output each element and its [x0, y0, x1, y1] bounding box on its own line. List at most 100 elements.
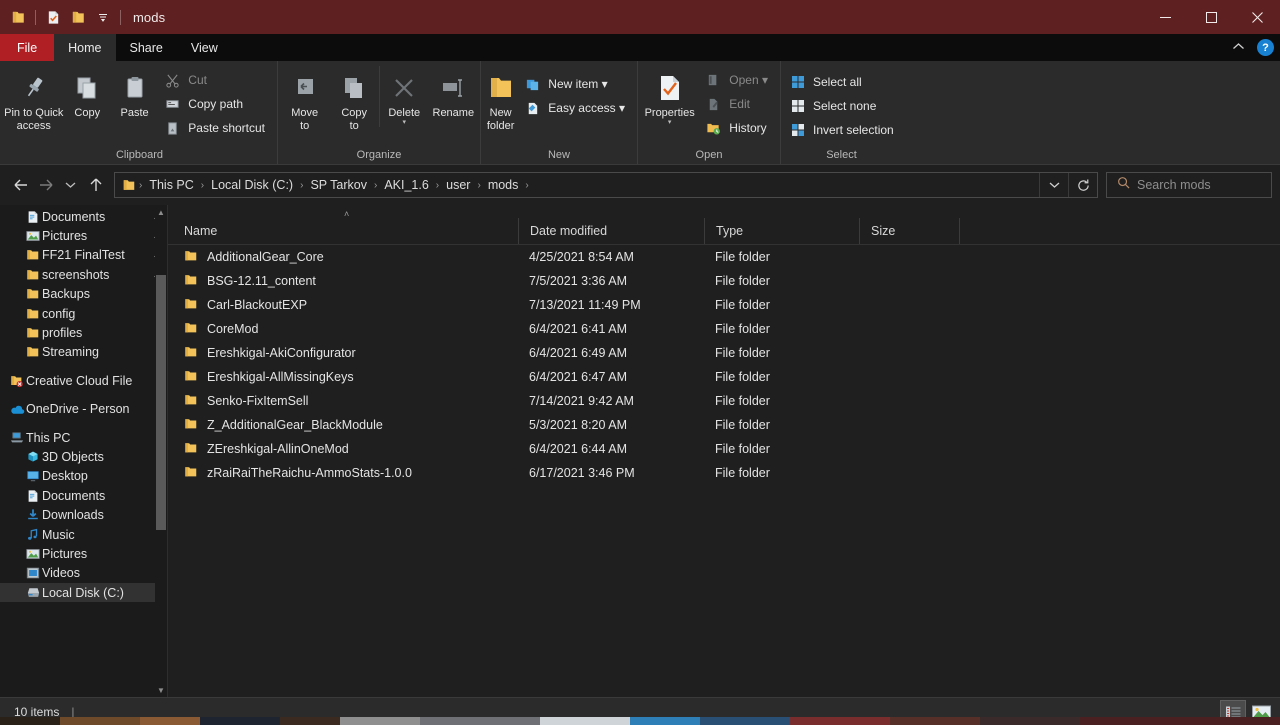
new-folder-icon[interactable] [67, 6, 89, 28]
paste-shortcut-button[interactable]: Paste shortcut [162, 116, 271, 140]
sidebar-item-videos[interactable]: Videos [0, 564, 167, 583]
pin-to-quick-access-button[interactable]: Pin to Quick access [4, 66, 64, 132]
collapse-ribbon-icon[interactable] [1228, 42, 1249, 54]
sidebar-item-screenshots[interactable]: screenshots [0, 265, 167, 284]
sidebar-item-this-pc[interactable]: This PC [0, 428, 167, 447]
paste-button[interactable]: Paste [111, 66, 158, 119]
sidebar-item-pictures[interactable]: Pictures [0, 226, 167, 245]
folder-icon [24, 325, 42, 341]
address-dropdown-button[interactable] [1039, 173, 1068, 197]
breadcrumb-item-aki-1-6[interactable]: AKI_1.6 [378, 178, 434, 192]
select-all-button[interactable]: Select all [787, 70, 900, 94]
minimize-button[interactable] [1142, 0, 1188, 34]
up-button[interactable] [83, 170, 108, 200]
documents-icon [24, 488, 42, 504]
new-folder-button[interactable]: New folder [483, 66, 518, 132]
folder-icon[interactable] [7, 6, 29, 28]
sidebar-item-documents[interactable]: Documents [0, 207, 167, 226]
sidebar-item-onedrive-person[interactable]: OneDrive - Person [0, 400, 167, 419]
file-date-modified-label: 6/4/2021 6:41 AM [529, 322, 627, 336]
sidebar-item-desktop[interactable]: Desktop [0, 467, 167, 486]
breadcrumb-item-this-pc[interactable]: This PC [143, 178, 199, 192]
properties-button[interactable]: Properties ▾ [640, 66, 699, 127]
column-header-date-modified[interactable]: Date modified [518, 218, 704, 244]
table-row[interactable]: CoreMod 6/4/2021 6:41 AM File folder [168, 317, 1280, 341]
table-row[interactable]: BSG-12.11_content 7/5/2021 3:36 AM File fo… [168, 269, 1280, 293]
sidebar-item-music[interactable]: Music [0, 525, 167, 544]
select-none-button[interactable]: Select none [787, 94, 900, 118]
scroll-down-arrow-icon[interactable]: ▼ [155, 683, 167, 697]
customize-qat-dropdown-icon[interactable] [92, 6, 114, 28]
sidebar-item-label: Documents [42, 488, 106, 503]
move-to-button[interactable]: Move to [280, 66, 329, 132]
table-row[interactable]: Z_AdditionalGear_BlackModule 5/3/2021 8:2… [168, 413, 1280, 437]
breadcrumb-item-local-disk-c[interactable]: Local Disk (C:) [205, 178, 299, 192]
scroll-up-arrow-icon[interactable]: ▲ [155, 205, 167, 219]
table-row[interactable]: ZEreshkigal-AllinOneMod 6/4/2021 6:44 AM F… [168, 437, 1280, 461]
forward-button[interactable] [33, 170, 58, 200]
properties-icon[interactable] [42, 6, 64, 28]
sidebar-item-documents[interactable]: Documents [0, 486, 167, 505]
file-type-label: File folder [715, 394, 770, 408]
close-button[interactable] [1234, 0, 1280, 34]
sidebar-item-backups[interactable]: Backups [0, 285, 167, 304]
recent-locations-button[interactable] [58, 170, 83, 200]
sidebar-item-ff21-finaltest[interactable]: FF21 FinalTest [0, 246, 167, 265]
refresh-button[interactable] [1068, 173, 1097, 197]
back-button[interactable] [8, 170, 33, 200]
history-button[interactable]: History [703, 116, 774, 140]
new-item-button[interactable]: New item ▾ [522, 72, 631, 96]
breadcrumb-item-mods[interactable]: mods [482, 178, 525, 192]
copy-button[interactable]: Copy [64, 66, 111, 119]
scrollbar-thumb[interactable] [156, 275, 166, 530]
column-header-name[interactable]: Name [168, 218, 518, 244]
sidebar-item-creative-cloud-file[interactable]: Creative Cloud File [0, 371, 167, 390]
maximize-button[interactable] [1188, 0, 1234, 34]
rename-button[interactable]: Rename [429, 66, 478, 119]
cut-button[interactable]: Cut [162, 68, 271, 92]
sidebar-item-3d-objects[interactable]: 3D Objects [0, 447, 167, 466]
search-input[interactable]: Search mods [1137, 178, 1211, 192]
table-row[interactable]: AdditionalGear_Core 4/25/2021 8:54 AM File… [168, 245, 1280, 269]
file-type-label: File folder [715, 442, 770, 456]
tab-share[interactable]: Share [116, 34, 177, 61]
file-row-name-cell: CoreMod [168, 321, 518, 338]
column-header-type[interactable]: Type [704, 218, 859, 244]
search-box[interactable]: Search mods [1106, 172, 1272, 198]
column-header-size[interactable]: Size [859, 218, 959, 244]
invert-selection-button[interactable]: Invert selection [787, 118, 900, 142]
table-row[interactable]: zRaiRaiTheRaichu-AmmoStats-1.0.0 6/17/202… [168, 461, 1280, 485]
copy-to-label-1: Copy [341, 107, 368, 119]
properties-caret-icon[interactable]: ▾ [668, 119, 672, 127]
sidebar-item-local-disk-c[interactable]: Local Disk (C:) [0, 583, 167, 603]
address-bar[interactable]: › This PC › Local Disk (C:) › SP Tarkov … [114, 172, 1098, 198]
sidebar-item-config[interactable]: config [0, 304, 167, 323]
sidebar-item-streaming[interactable]: Streaming [0, 343, 167, 362]
delete-button[interactable]: Delete ▾ [378, 66, 429, 127]
sidebar-item-downloads[interactable]: Downloads [0, 505, 167, 524]
table-row[interactable]: Ereshkigal-AllMissingKeys 6/4/2021 6:47 A… [168, 365, 1280, 389]
breadcrumb-item-user[interactable]: user [440, 178, 476, 192]
help-button[interactable]: ? [1257, 39, 1274, 56]
tab-home[interactable]: Home [54, 34, 116, 61]
open-button[interactable]: Open ▾ [703, 68, 774, 92]
folder-icon [184, 417, 198, 434]
tab-view[interactable]: View [177, 34, 232, 61]
sidebar-item-pictures[interactable]: Pictures [0, 544, 167, 563]
delete-caret-icon[interactable]: ▾ [402, 119, 406, 127]
table-row[interactable]: Ereshkigal-AkiConfigurator 6/4/2021 6:49 … [168, 341, 1280, 365]
easy-access-button[interactable]: Easy access ▾ [522, 96, 631, 120]
folder-icon [184, 441, 198, 458]
edit-button[interactable]: Edit [703, 92, 774, 116]
tab-file[interactable]: File [0, 34, 55, 61]
table-row[interactable]: Senko-FixItemSell 7/14/2021 9:42 AM File f… [168, 389, 1280, 413]
copy-path-button[interactable]: Copy path [162, 92, 271, 116]
copy-to-button[interactable]: Copy to [329, 66, 378, 132]
navigation-scrollbar[interactable]: ▲ ▼ [155, 205, 167, 697]
breadcrumb-item-sp-tarkov[interactable]: SP Tarkov [304, 178, 373, 192]
sidebar-item-label: Pictures [42, 229, 88, 244]
rename-label: Rename [432, 107, 475, 119]
sidebar-item-profiles[interactable]: profiles [0, 323, 167, 342]
sidebar-item-label: profiles [42, 326, 83, 341]
table-row[interactable]: Carl-BlackoutEXP 7/13/2021 11:49 PM File f… [168, 293, 1280, 317]
